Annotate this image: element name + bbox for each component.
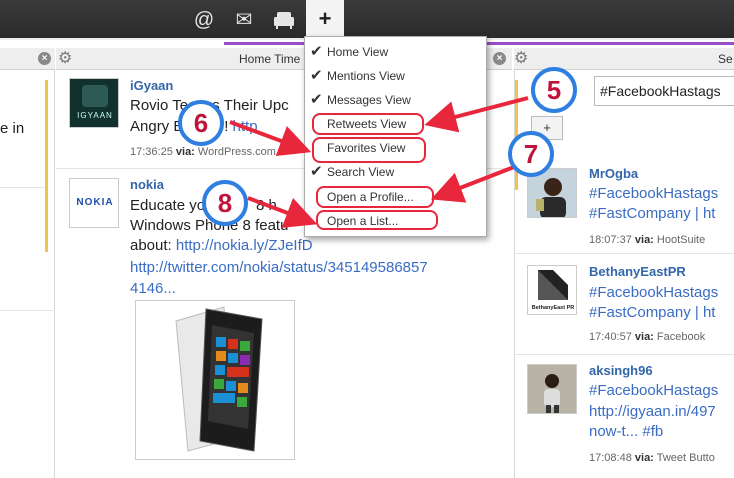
step-badge-6: 6 <box>178 100 224 146</box>
arrow-8 <box>247 196 318 228</box>
arrow-5 <box>424 96 529 133</box>
step-badge-8: 8 <box>202 180 248 226</box>
step-badge-7: 7 <box>508 131 554 177</box>
annotation-arrows <box>229 96 529 228</box>
step-badge-5: 5 <box>531 67 577 113</box>
arrow-6 <box>229 120 312 157</box>
arrow-7 <box>430 165 515 203</box>
